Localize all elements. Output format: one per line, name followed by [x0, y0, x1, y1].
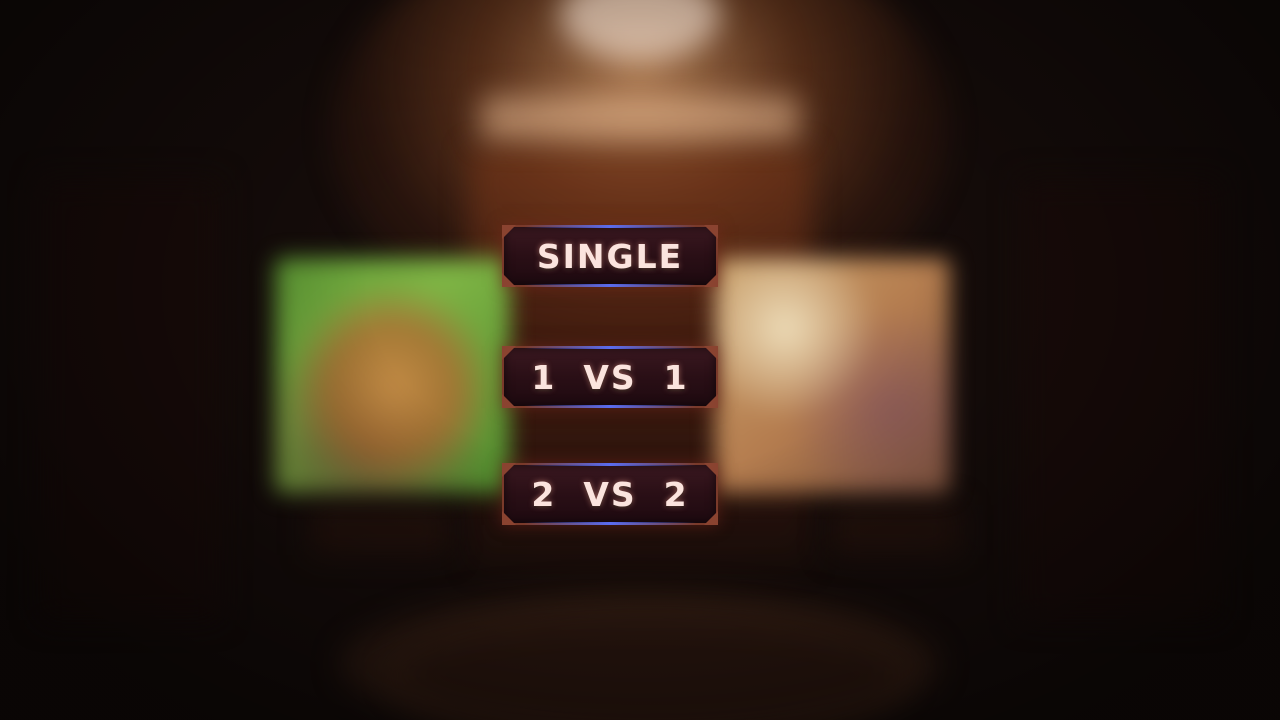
- corner-ornament-icon: [704, 394, 718, 408]
- corner-ornament-icon: [704, 225, 718, 239]
- single-mode-label: SINGLE: [536, 236, 684, 276]
- corner-ornament-icon: [502, 225, 516, 239]
- mode-select-menu: SINGLE 1 VS 1 2 VS 2: [0, 0, 1280, 720]
- corner-ornament-icon: [704, 273, 718, 287]
- one-vs-one-mode-label: 1 VS 1: [531, 357, 689, 397]
- corner-ornament-icon: [502, 463, 516, 477]
- corner-ornament-icon: [704, 346, 718, 360]
- corner-ornament-icon: [502, 346, 516, 360]
- corner-ornament-icon: [502, 273, 516, 287]
- one-vs-one-mode-button[interactable]: 1 VS 1: [502, 346, 718, 408]
- single-mode-button[interactable]: SINGLE: [502, 225, 718, 287]
- two-vs-two-mode-label: 2 VS 2: [531, 474, 689, 514]
- two-vs-two-mode-button[interactable]: 2 VS 2: [502, 463, 718, 525]
- corner-ornament-icon: [502, 394, 516, 408]
- corner-ornament-icon: [704, 463, 718, 477]
- corner-ornament-icon: [704, 511, 718, 525]
- corner-ornament-icon: [502, 511, 516, 525]
